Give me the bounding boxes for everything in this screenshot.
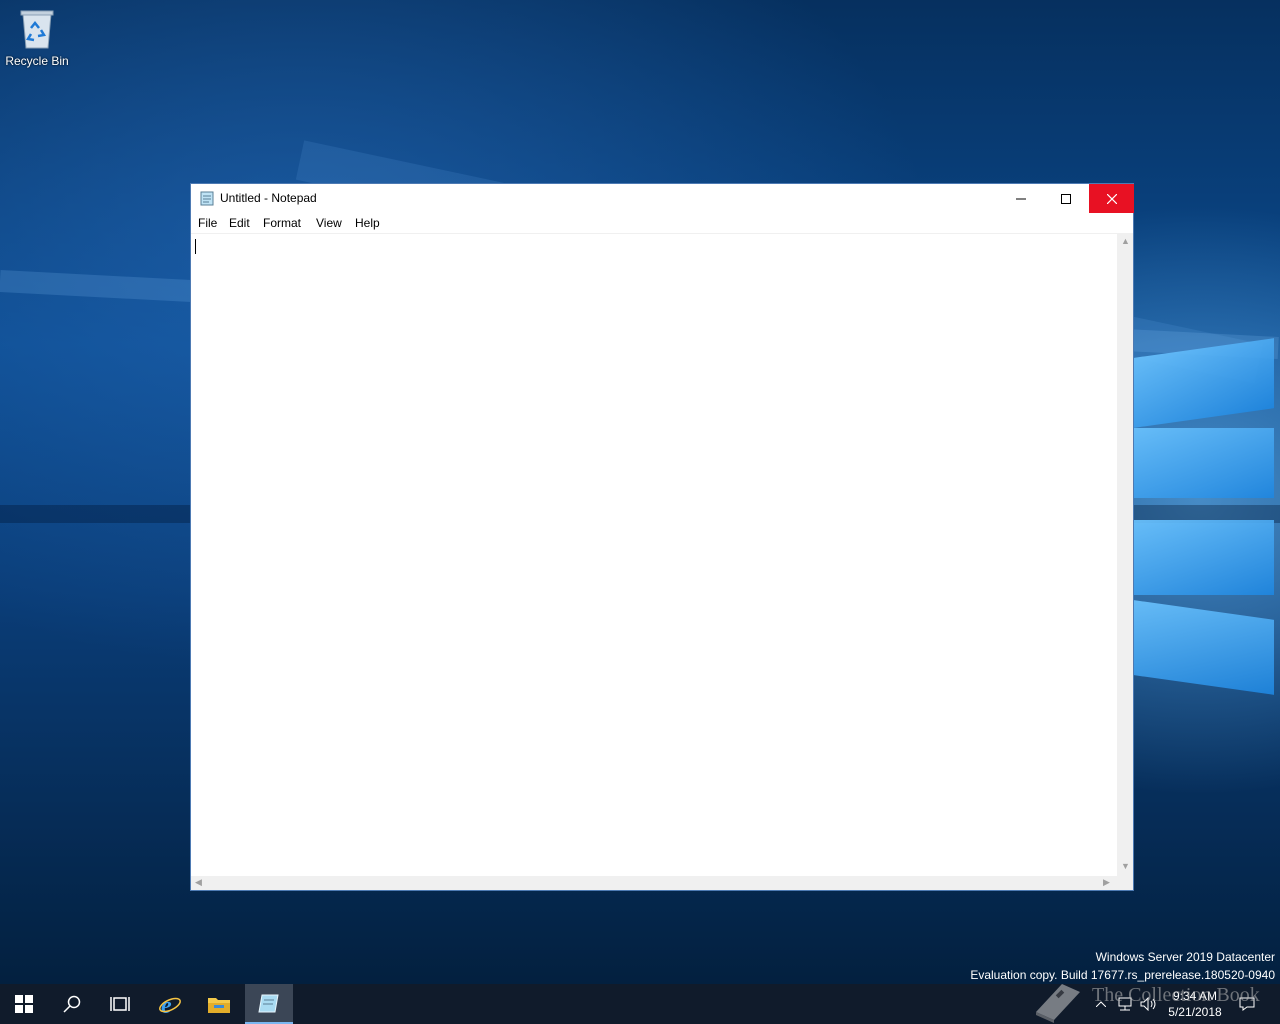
recycle-bin-label: Recycle Bin (5, 54, 69, 68)
close-icon (1106, 193, 1117, 204)
desktop-icon-recycle-bin[interactable]: Recycle Bin (4, 6, 70, 68)
search-button[interactable] (48, 984, 96, 1024)
task-view-icon (110, 997, 130, 1011)
start-icon (15, 995, 33, 1013)
internet-explorer-icon: e (159, 993, 181, 1016)
internet-explorer-button[interactable]: e (146, 984, 194, 1024)
collection-book-stamp: The Collection Book (1030, 978, 1280, 1024)
file-explorer-icon (208, 998, 230, 1013)
horizontal-scrollbar[interactable]: ◀ ▶ (191, 876, 1117, 890)
task-view-button[interactable] (96, 984, 144, 1024)
menu-view[interactable]: View (316, 216, 342, 230)
search-icon (63, 995, 81, 1013)
menu-help[interactable]: Help (355, 216, 380, 230)
minimize-button[interactable] (998, 184, 1043, 213)
scroll-right-icon[interactable]: ▶ (1103, 877, 1110, 888)
scroll-down-icon[interactable]: ▼ (1121, 861, 1130, 871)
close-button[interactable] (1089, 184, 1134, 213)
text-editor[interactable] (191, 233, 1117, 877)
file-explorer-button[interactable] (195, 984, 243, 1024)
menu-bar: File Edit Format View Help (191, 213, 1133, 233)
notepad-icon (258, 994, 279, 1013)
scroll-left-icon[interactable]: ◀ (195, 877, 202, 888)
notepad-taskbar-button[interactable] (245, 984, 293, 1024)
maximize-icon (1060, 193, 1071, 204)
text-caret (195, 239, 196, 254)
notepad-window[interactable]: Untitled - Notepad File Edit Format View… (190, 183, 1134, 891)
windows-logo-wallpaper (1134, 320, 1280, 720)
scroll-up-icon[interactable]: ▲ (1121, 236, 1130, 246)
maximize-button[interactable] (1043, 184, 1088, 213)
window-title: Untitled - Notepad (220, 191, 317, 205)
menu-file[interactable]: File (198, 216, 217, 230)
menu-format[interactable]: Format (263, 216, 301, 230)
minimize-icon (1015, 198, 1026, 199)
edition-watermark: Windows Server 2019 Datacenter (1095, 950, 1275, 964)
start-button[interactable] (0, 984, 48, 1024)
menu-edit[interactable]: Edit (229, 216, 250, 230)
book-icon (1036, 984, 1080, 1023)
resize-grip[interactable] (1117, 876, 1133, 890)
title-bar[interactable]: Untitled - Notepad (191, 184, 1134, 213)
recycle-bin-icon (19, 8, 55, 50)
vertical-scrollbar[interactable]: ▲ ▼ (1117, 233, 1133, 876)
notepad-icon (200, 190, 215, 206)
stamp-text: The Collection Book (1092, 984, 1260, 1006)
